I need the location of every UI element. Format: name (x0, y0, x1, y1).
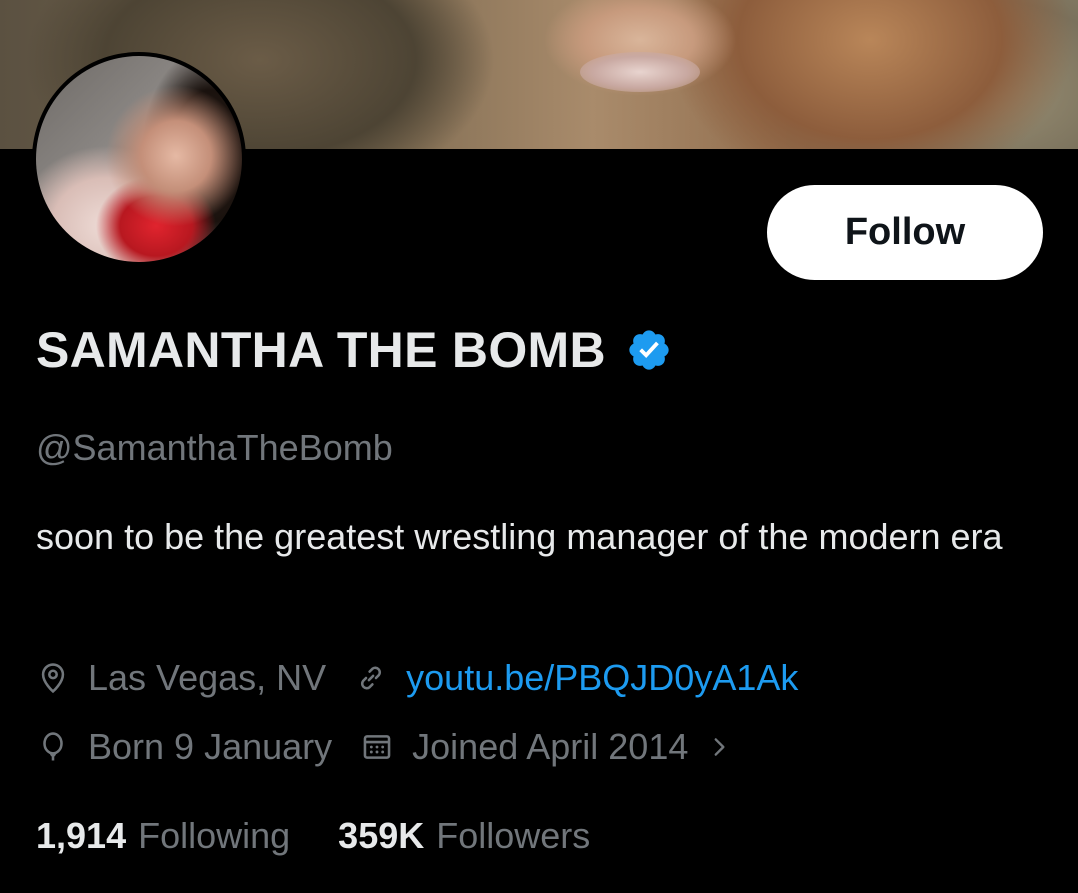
followers-label: Followers (436, 815, 591, 856)
name-row: SAMANTHA THE BOMB (36, 318, 672, 382)
verified-badge-icon[interactable] (626, 327, 672, 373)
birthday-text: Born 9 January (88, 726, 333, 767)
following-count: 1,914 (36, 815, 127, 856)
profile-meta-row-2: Born 9 January Joined April 2014 (36, 721, 778, 773)
avatar-image (36, 56, 242, 262)
followers-count: 359K (338, 815, 425, 856)
profile-avatar[interactable] (32, 52, 246, 266)
banner-detail (580, 52, 700, 92)
follow-button[interactable]: Follow (767, 185, 1043, 280)
profile-meta-row-1: Las Vegas, NV youtu.be/PBQJD0yA1Ak (36, 652, 826, 704)
joined-text: Joined April 2014 (412, 726, 689, 767)
profile-handle: @SamanthaTheBomb (36, 427, 393, 468)
link-icon (361, 666, 382, 690)
balloon-icon (43, 732, 63, 761)
joined-item[interactable]: Joined April 2014 (360, 726, 750, 768)
website-item[interactable]: youtu.be/PBQJD0yA1Ak (354, 657, 798, 699)
followers-stat[interactable]: 359K Followers (338, 815, 590, 857)
calendar-icon (363, 735, 391, 759)
website-link[interactable]: youtu.be/PBQJD0yA1Ak (406, 657, 798, 699)
location-pin-icon (41, 663, 65, 694)
profile-bio: soon to be the greatest wrestling manage… (36, 516, 1003, 557)
chevron-right-icon[interactable] (706, 732, 732, 762)
following-label: Following (138, 815, 291, 856)
location-text: Las Vegas, NV (88, 657, 327, 698)
birthday-item: Born 9 January (36, 726, 332, 768)
display-name: SAMANTHA THE BOMB (36, 322, 606, 378)
following-stat[interactable]: 1,914 Following (36, 815, 290, 857)
profile-stats: 1,914 Following 359K Followers (36, 810, 638, 862)
location-item: Las Vegas, NV (36, 657, 326, 699)
